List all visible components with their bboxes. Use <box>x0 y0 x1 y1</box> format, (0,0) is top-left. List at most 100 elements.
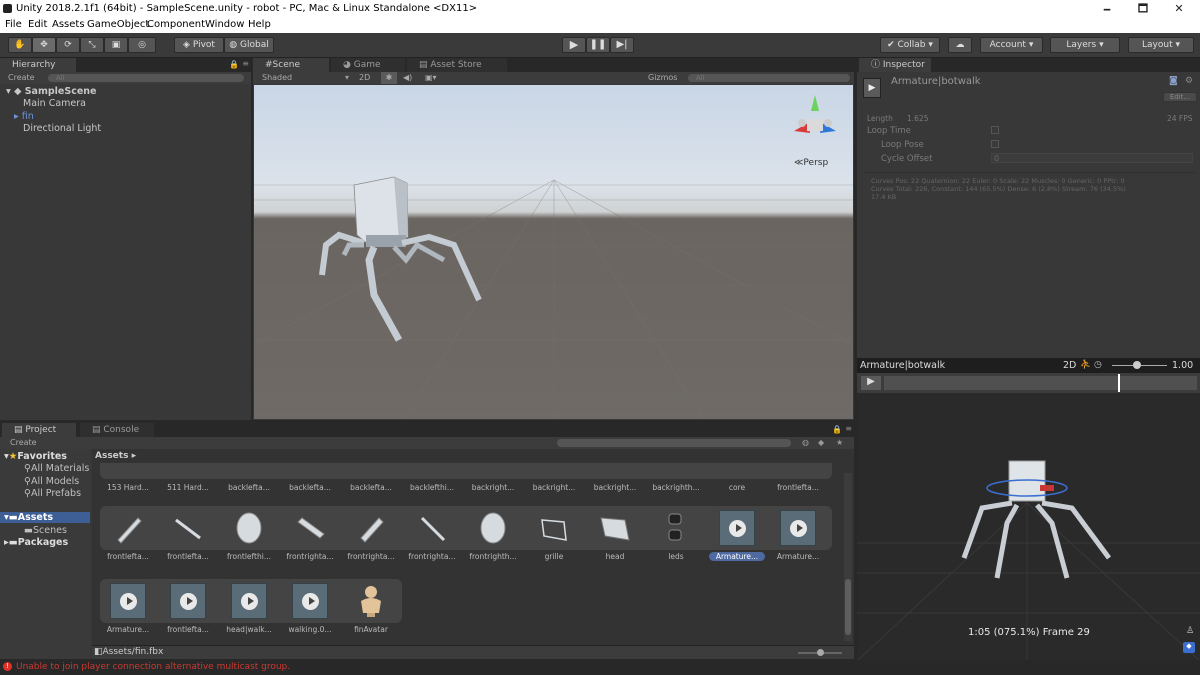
preview-timeline[interactable]: ▶ <box>857 373 1200 393</box>
asset-item[interactable]: leds <box>648 510 704 561</box>
asset-item[interactable]: frontrighta... <box>404 510 460 561</box>
tab-project[interactable]: ▤ Project <box>2 423 76 437</box>
filter-label-icon[interactable]: ◆ <box>818 437 824 449</box>
filter-type-icon[interactable]: ◍ <box>802 437 809 449</box>
asset-scrollbar-thumb[interactable] <box>845 579 851 635</box>
menu-help[interactable]: Help <box>248 19 271 30</box>
panel-menu-icon[interactable]: ≡ <box>242 59 249 68</box>
asset-item[interactable]: head|walk... <box>221 583 277 634</box>
menu-edit[interactable]: Edit <box>28 19 47 30</box>
asset-item[interactable]: backlefta... <box>282 449 338 492</box>
asset-item[interactable]: walking.0... <box>282 583 338 634</box>
help-icon[interactable]: ◙ <box>1169 76 1178 86</box>
asset-item[interactable]: backlefta... <box>343 449 399 492</box>
asset-item[interactable]: frontlefta... <box>770 449 826 492</box>
layers-dropdown[interactable]: Layers ▾ <box>1050 37 1120 53</box>
lighting-toggle-icon[interactable]: ✱ <box>381 72 397 84</box>
preview-play-button[interactable]: ▶ <box>861 376 881 390</box>
rect-tool-icon[interactable]: ▣ <box>104 37 128 53</box>
favorite-star-icon[interactable]: ★ <box>836 437 843 449</box>
asset-item[interactable]: backlefta... <box>221 449 277 492</box>
asset-item[interactable]: grille <box>526 510 582 561</box>
tab-hierarchy[interactable]: Hierarchy <box>0 58 76 72</box>
cloud-button[interactable]: ☁ <box>948 37 972 53</box>
asset-item[interactable]: 511 Hard... <box>160 449 216 492</box>
move-tool-icon[interactable]: ✥ <box>32 37 56 53</box>
asset-item[interactable]: frontrighta... <box>343 510 399 561</box>
asset-item[interactable]: backright... <box>587 449 643 492</box>
assets-folder-node[interactable]: ▾▬Assets <box>0 512 90 523</box>
hierarchy-item-main-camera[interactable]: Main Camera <box>23 98 86 109</box>
fav-all-materials[interactable]: ⚲All Materials <box>24 463 89 474</box>
loop-pose-checkbox[interactable] <box>991 140 999 148</box>
menu-component[interactable]: Component <box>147 19 205 30</box>
menu-file[interactable]: File <box>5 19 22 30</box>
hierarchy-search-input[interactable]: All <box>48 74 244 82</box>
preview-scrubber-handle[interactable] <box>1118 374 1120 392</box>
projection-label[interactable]: ≪Persp <box>794 158 828 168</box>
scale-tool-icon[interactable]: ⤡ <box>80 37 104 53</box>
favorites-node[interactable]: ▾★Favorites <box>4 451 67 462</box>
asset-item[interactable]: frontlefta... <box>100 510 156 561</box>
asset-item[interactable]: head <box>587 510 643 561</box>
asset-item[interactable]: frontrighta... <box>282 510 338 561</box>
asset-item[interactable]: frontlefthi... <box>221 510 277 561</box>
menu-assets[interactable]: Assets <box>52 19 85 30</box>
scenes-folder-node[interactable]: ▬Scenes <box>24 525 67 536</box>
asset-item[interactable]: frontrighth... <box>465 510 521 561</box>
asset-item[interactable]: frontlefta... <box>160 583 216 634</box>
menu-window[interactable]: Window <box>205 19 244 30</box>
tab-asset-store[interactable]: ▤ Asset Store <box>407 58 507 72</box>
toggle-2d-button[interactable]: 2D <box>359 72 370 84</box>
scene-viewport[interactable]: ≪Persp <box>254 85 853 419</box>
hierarchy-create-button[interactable]: Create <box>8 72 35 84</box>
asset-item[interactable]: frontlefta... <box>160 510 216 561</box>
asset-item[interactable]: backlefthi... <box>404 449 460 492</box>
maximize-button[interactable]: 🗖 <box>1128 0 1158 18</box>
gizmos-dropdown[interactable]: Gizmos <box>648 72 677 84</box>
menu-gameobject[interactable]: GameObject <box>87 19 149 30</box>
project-lock-icon[interactable]: 🔒 <box>832 425 842 434</box>
asset-item[interactable]: Armature... <box>100 583 156 634</box>
packages-node[interactable]: ▸▬Packages <box>4 537 68 548</box>
cycle-offset-input[interactable]: 0 <box>991 153 1193 163</box>
project-create-button[interactable]: Create <box>10 437 37 449</box>
hierarchy-item-directional-light[interactable]: Directional Light <box>23 123 101 134</box>
loop-time-checkbox[interactable] <box>991 126 999 134</box>
project-menu-icon[interactable]: ≡ <box>845 424 852 433</box>
minimize-button[interactable]: 🗕 <box>1092 0 1122 18</box>
asset-item[interactable]: core <box>709 449 765 492</box>
project-search-input[interactable] <box>557 439 791 447</box>
lock-icon[interactable]: 🔒 <box>229 60 239 69</box>
pivot-button[interactable]: ◈ Pivot <box>174 37 224 53</box>
close-button[interactable]: ✕ <box>1164 0 1194 18</box>
tab-scene[interactable]: #Scene <box>253 58 329 72</box>
preview-viewport[interactable] <box>857 393 1200 661</box>
asset-item[interactable]: 153 Hard... <box>100 449 156 492</box>
asset-item[interactable]: backright... <box>526 449 582 492</box>
effects-toggle-icon[interactable]: ▣▾ <box>425 72 437 84</box>
avatar-icon[interactable]: ⛹ <box>1080 360 1091 370</box>
scene-gizmo-icon[interactable] <box>792 93 838 145</box>
asset-item[interactable]: Armature... <box>770 510 826 561</box>
settings-icon[interactable]: ⚙ <box>1185 76 1193 86</box>
transform-tool-icon[interactable]: ◎ <box>128 37 156 53</box>
global-button[interactable]: ◍ Global <box>224 37 274 53</box>
asset-label-icon[interactable]: ◆ <box>1183 642 1195 653</box>
scene-root[interactable]: ▾ ◆ SampleScene <box>6 86 96 97</box>
zoom-slider-handle[interactable] <box>817 649 824 656</box>
pause-button[interactable]: ❚❚ <box>586 37 610 53</box>
hierarchy-item-fin[interactable]: ▸ fin <box>14 111 34 122</box>
speed-slider-handle[interactable] <box>1133 361 1141 369</box>
asset-item[interactable]: finAvatar <box>343 583 399 634</box>
fav-all-models[interactable]: ⚲All Models <box>24 476 79 487</box>
preview-scrubber-track[interactable] <box>884 376 1197 390</box>
audio-toggle-icon[interactable]: ◀) <box>403 72 412 84</box>
edit-button[interactable]: Edit... <box>1163 92 1197 102</box>
asset-item[interactable]: backright... <box>465 449 521 492</box>
rotate-tool-icon[interactable]: ⟳ <box>56 37 80 53</box>
tab-game[interactable]: ◕ Game <box>331 58 405 72</box>
asset-item[interactable]: backrighth... <box>648 449 704 492</box>
step-button[interactable]: ▶| <box>610 37 634 53</box>
fav-all-prefabs[interactable]: ⚲All Prefabs <box>24 488 81 499</box>
